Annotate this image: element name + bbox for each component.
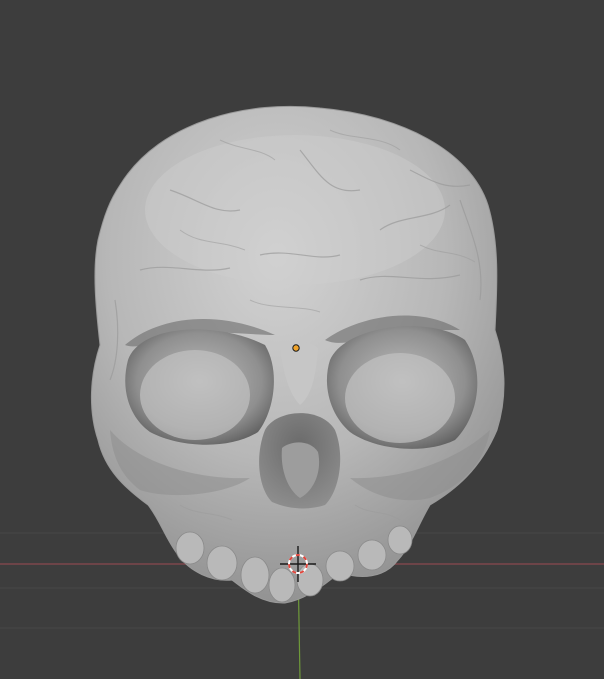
object-origin-dot[interactable] [292, 344, 300, 352]
sculpted-skull-mesh[interactable] [91, 105, 505, 604]
viewport-canvas[interactable] [0, 0, 604, 679]
3d-viewport[interactable] [0, 0, 604, 679]
